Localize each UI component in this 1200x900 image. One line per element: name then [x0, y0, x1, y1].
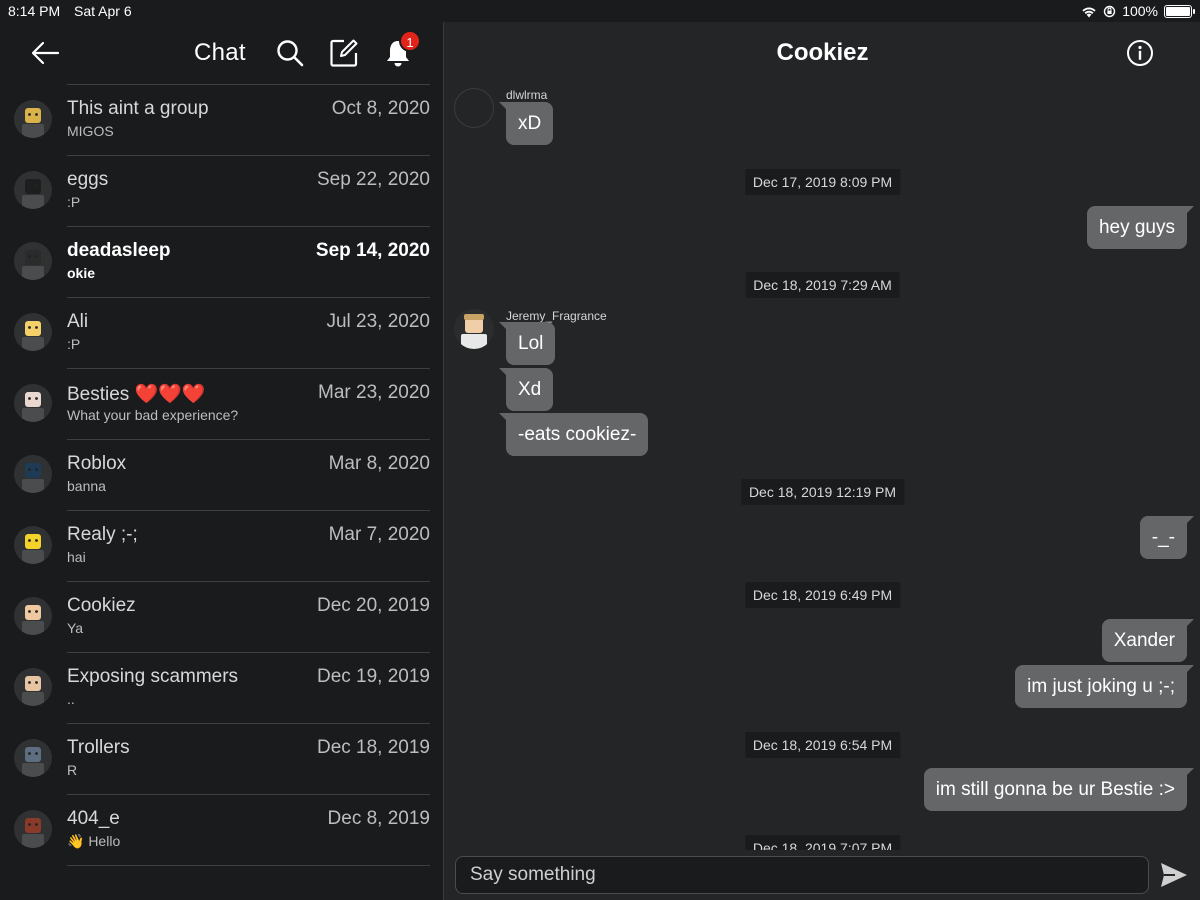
avatar — [14, 810, 52, 848]
chat-title: Chat — [194, 39, 246, 66]
status-left: 8:14 PM Sat Apr 6 — [8, 3, 142, 19]
battery-icon — [1164, 4, 1195, 18]
conversation-name: Besties ❤️❤️❤️ — [67, 384, 206, 405]
conversation-preview: :P — [67, 336, 81, 352]
conversation-date: Mar 23, 2020 — [318, 382, 430, 403]
conversation-preview: okie — [67, 265, 96, 281]
message-avatar[interactable] — [454, 309, 494, 349]
status-right: 100% — [1081, 3, 1195, 19]
conversation-title: Cookiez — [776, 39, 869, 66]
conversation-item[interactable]: Roblox banna Mar 8, 2020 — [0, 440, 443, 511]
incoming-message: Lol — [498, 322, 556, 365]
divider — [67, 865, 430, 866]
incoming-message: xD — [498, 102, 554, 145]
avatar — [14, 100, 52, 138]
avatar — [14, 242, 52, 280]
status-date: Sat Apr 6 — [74, 3, 132, 19]
conversation-date: Mar 7, 2020 — [328, 524, 430, 545]
status-bar: 8:14 PM Sat Apr 6 100% — [0, 0, 1200, 22]
notification-badge: 1 — [399, 30, 421, 52]
avatar — [14, 171, 52, 209]
conversation-name: eggs — [67, 169, 109, 190]
incoming-message: Xd — [498, 368, 554, 411]
avatar — [14, 597, 52, 635]
conversation-date: Jul 23, 2020 — [326, 311, 430, 332]
conversation-item[interactable]: Exposing scammers.. Dec 19, 2019 — [0, 653, 443, 724]
message-sender: dlwlrma — [506, 88, 548, 102]
avatar — [14, 739, 52, 777]
message-avatar[interactable] — [454, 88, 494, 128]
outgoing-message: im still gonna be ur Bestie :> — [923, 768, 1195, 811]
conversation-date: Dec 20, 2019 — [316, 595, 430, 616]
avatar — [14, 455, 52, 493]
conversation-preview: :P — [67, 194, 81, 210]
avatar — [14, 384, 52, 422]
message-timestamp: Dec 18, 2019 6:54 PM — [744, 732, 901, 758]
conversation-date: Sep 14, 2020 — [315, 240, 430, 261]
conversation-preview: Ya — [67, 620, 84, 636]
conversation-item[interactable]: Besties ❤️❤️❤️ What your bad experience? M… — [0, 369, 443, 440]
conversation-name: 404_e — [67, 808, 120, 829]
message-timestamp: Dec 18, 2019 6:49 PM — [744, 582, 901, 608]
conversation-item[interactable]: Cookiez Ya Dec 20, 2019 — [0, 582, 443, 653]
message-sender: Jeremy_Fragrance — [506, 309, 607, 323]
avatar — [14, 526, 52, 564]
conversation-preview: What your bad experience? — [67, 407, 239, 423]
conversation-date: Mar 8, 2020 — [328, 453, 430, 474]
conversation-header: Cookiez — [445, 22, 1200, 82]
conversation-name: Ali — [67, 311, 89, 332]
outgoing-message: im just joking u ;-; — [1015, 665, 1194, 708]
outgoing-message: hey guys — [1086, 206, 1195, 249]
conversation-panel: 👋 Hello This aint a group MIGOS Oct 8, 2020… — [0, 22, 444, 900]
conversation-item[interactable]: Trollers R Dec 18, 2019 — [0, 724, 443, 795]
search-icon[interactable] — [275, 38, 305, 68]
avatar — [14, 668, 52, 706]
conversation-item[interactable]: Ali :P Jul 23, 2020 — [0, 298, 443, 369]
conversation-item[interactable]: Realy ;-; hai Mar 7, 2020 — [0, 511, 443, 582]
battery-percent: 100% — [1122, 3, 1158, 19]
conversation-preview: .. — [67, 691, 75, 707]
conversation-name: Roblox — [67, 453, 127, 474]
conversation-preview: 👋 Hello — [67, 833, 121, 849]
incoming-message: -eats cookiez- — [498, 413, 649, 456]
conversation-view: dlwlrma xD Dec 17, 2019 8:09 PM hey guys Dec… — [445, 22, 1200, 900]
info-icon[interactable] — [1126, 39, 1154, 67]
conversation-name: Trollers — [67, 737, 130, 758]
conversation-preview: R — [67, 762, 78, 778]
wifi-icon — [1082, 6, 1096, 17]
conversation-date: Dec 8, 2019 — [327, 808, 430, 829]
chat-header: Chat 1 — [0, 22, 443, 82]
orientation-lock-icon — [1103, 5, 1116, 17]
outgoing-message: Xander — [1101, 619, 1195, 662]
conversation-item[interactable]: 404_e 👋 Hello Dec 8, 2019 — [0, 795, 443, 866]
compose-icon[interactable] — [329, 38, 359, 68]
send-icon[interactable] — [1159, 860, 1189, 890]
message-timestamp: Dec 18, 2019 12:19 PM — [740, 479, 905, 505]
outgoing-message: -_- — [1139, 516, 1195, 559]
status-time: 8:14 PM — [8, 3, 61, 19]
conversation-preview: MIGOS — [67, 123, 114, 139]
conversation-item[interactable]: This aint a group MIGOS Oct 8, 2020 — [0, 85, 443, 156]
message-timestamp: Dec 18, 2019 7:29 AM — [745, 272, 900, 298]
conversation-date: Sep 22, 2020 — [316, 169, 430, 190]
conversation-preview: banna — [67, 478, 106, 494]
message-composer — [445, 850, 1200, 900]
conversation-date: Dec 19, 2019 — [316, 666, 430, 687]
message-timestamp: Dec 17, 2019 8:09 PM — [744, 169, 901, 195]
conversation-item[interactable]: deadasleep okie Sep 14, 2020 — [0, 227, 443, 298]
conversation-name: deadasleep — [67, 240, 171, 261]
conversation-date: Oct 8, 2020 — [331, 98, 430, 119]
back-arrow-icon[interactable] — [30, 40, 60, 66]
conversation-name: Realy ;-; — [67, 524, 138, 545]
avatar — [14, 313, 52, 351]
conversation-name: Cookiez — [67, 595, 136, 616]
conversation-preview: hai — [67, 549, 86, 565]
conversation-name: This aint a group — [67, 98, 209, 119]
conversation-name: Exposing scammers — [67, 666, 239, 687]
message-input[interactable] — [455, 856, 1149, 894]
conversation-item[interactable]: eggs :P Sep 22, 2020 — [0, 156, 443, 227]
conversation-date: Dec 18, 2019 — [316, 737, 430, 758]
